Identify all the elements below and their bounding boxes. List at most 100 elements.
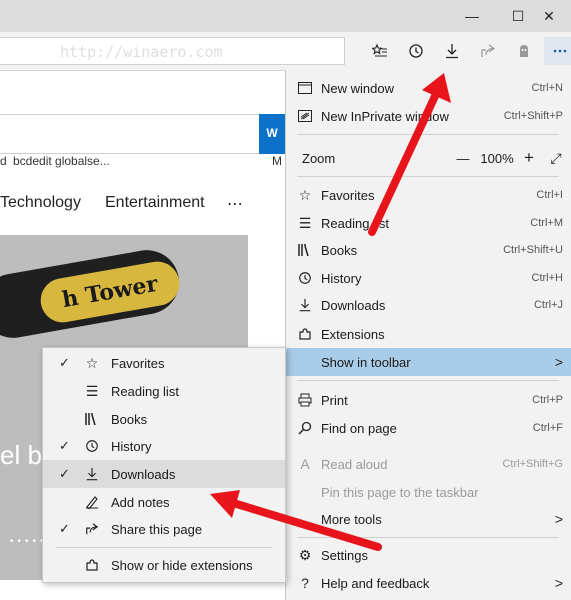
close-button[interactable]: ✕ [527, 0, 571, 32]
submenu-item-show-or-hide-extensions[interactable]: Show or hide extensions [43, 551, 285, 579]
nav-more-icon[interactable]: ⋯ [227, 194, 243, 214]
menu-item-new-inprivate-window[interactable]: New InPrivate window Ctrl+Shift+P [285, 102, 571, 130]
read-aloud-icon: A [300, 456, 310, 472]
history-icon [297, 270, 313, 286]
check-icon: ✓ [59, 466, 70, 481]
more-icon[interactable] [544, 37, 571, 65]
reading-list-icon: ☰ [85, 382, 99, 399]
share-icon [83, 522, 101, 536]
menu-item-shortcut: Ctrl+Shift+U [503, 244, 563, 256]
menu-item-label: New window [321, 80, 394, 96]
suggestion-item[interactable]: d [0, 154, 7, 168]
menu-item-shortcut: Ctrl+F [532, 422, 563, 434]
chevron-right-icon: > [554, 511, 563, 527]
chevron-right-icon: > [554, 354, 563, 370]
extension-icon[interactable] [508, 37, 540, 65]
menu-item-find-on-page[interactable]: Find on page Ctrl+F [285, 414, 571, 442]
blank-icon [297, 511, 313, 527]
help-icon: ? [301, 575, 309, 591]
submenu-item-label: Share this page [111, 521, 203, 537]
find-icon [297, 420, 313, 436]
menu-item-label: Pin this page to the taskbar [321, 484, 479, 500]
menu-item-shortcut: Ctrl+Shift+G [502, 458, 563, 470]
menu-item-label: Print [321, 392, 348, 408]
menu-item-extensions[interactable]: Extensions [285, 320, 571, 348]
menu-item-label: Favorites [321, 187, 375, 203]
menu-divider [297, 176, 559, 177]
menu-item-label: Extensions [321, 326, 385, 342]
menu-item-label: Help and feedback [321, 575, 430, 591]
chevron-right-icon: > [554, 575, 563, 591]
menu-divider [297, 537, 559, 538]
history-icon[interactable] [400, 37, 432, 65]
suggestion-item[interactable]: M [272, 154, 282, 168]
submenu-item-label: Favorites [111, 355, 165, 371]
menu-item-new-window[interactable]: New window Ctrl+N [285, 74, 571, 102]
submenu-item-label: Add notes [111, 494, 170, 510]
menu-item-label: Read aloud [321, 456, 388, 472]
search-button[interactable]: W [259, 114, 285, 154]
zoom-label: Zoom [302, 150, 336, 166]
check-icon: ✓ [59, 355, 70, 370]
pen-icon [83, 495, 101, 509]
books-icon [297, 242, 313, 258]
menu-item-shortcut: Ctrl+N [531, 82, 563, 94]
fullscreen-icon[interactable]: ⤢ [541, 150, 571, 167]
menu-item-label: Reading list [321, 215, 389, 231]
menu-item-label: Downloads [321, 297, 386, 313]
hero-headline[interactable]: el b [0, 440, 42, 471]
extensions-icon [297, 326, 313, 342]
nav-tab-technology[interactable]: Technology [0, 194, 81, 212]
zoom-level: 100% [480, 150, 514, 166]
menu-item-books[interactable]: Books Ctrl+Shift+U [285, 236, 571, 264]
address-bar[interactable]: http://winaero.com [0, 37, 345, 65]
submenu-item-downloads[interactable]: ✓ Downloads [43, 460, 285, 488]
submenu-item-label: Reading list [111, 383, 179, 399]
extensions-icon [83, 558, 101, 572]
menu-item-more-tools[interactable]: More tools > [285, 505, 571, 533]
submenu-item-history[interactable]: ✓ History [43, 432, 285, 460]
submenu-item-books[interactable]: Books [43, 405, 285, 433]
search-input[interactable] [0, 114, 272, 154]
menu-item-favorites[interactable]: ☆ Favorites Ctrl+I [285, 181, 571, 209]
inprivate-icon [297, 108, 313, 124]
menu-item-settings[interactable]: ⚙ Settings [285, 541, 571, 569]
favorites-bar-icon[interactable] [364, 37, 396, 65]
menu-item-pin-to-taskbar[interactable]: Pin this page to the taskbar [285, 478, 571, 506]
menu-item-print[interactable]: Print Ctrl+P [285, 386, 571, 414]
share-icon[interactable] [472, 37, 504, 65]
menu-item-read-aloud[interactable]: A Read aloud Ctrl+Shift+G [285, 450, 571, 478]
menu-item-label: New InPrivate window [321, 108, 449, 124]
menu-item-shortcut: Ctrl+H [531, 272, 563, 284]
zoom-in-button[interactable]: + [517, 148, 541, 168]
suggestion-item[interactable]: bcdedit globalse... [13, 154, 110, 168]
menu-item-downloads[interactable]: Downloads Ctrl+J [285, 291, 571, 319]
submenu-item-reading-list[interactable]: ☰ Reading list [43, 377, 285, 405]
menu-item-label: Show in toolbar [321, 354, 411, 370]
nav-tab-entertainment[interactable]: Entertainment [105, 194, 205, 212]
submenu-item-share-this-page[interactable]: ✓ Share this page [43, 515, 285, 543]
submenu-divider [56, 547, 272, 548]
submenu-item-add-notes[interactable]: Add notes [43, 488, 285, 516]
submenu-item-label: Show or hide extensions [111, 557, 253, 573]
menu-item-label: Settings [321, 547, 368, 563]
menu-item-label: History [321, 270, 362, 286]
blank-icon [297, 484, 313, 500]
menu-item-show-in-toolbar[interactable]: Show in toolbar > [285, 348, 571, 376]
menu-item-help-and-feedback[interactable]: ? Help and feedback > [285, 569, 571, 597]
menu-divider [297, 134, 559, 135]
minimize-button[interactable]: — [450, 0, 494, 32]
downloads-icon[interactable] [436, 37, 468, 65]
menu-item-reading-list[interactable]: ☰ Reading list Ctrl+M [285, 209, 571, 237]
blank-icon [297, 354, 313, 370]
submenu-item-favorites[interactable]: ✓ ☆ Favorites [43, 349, 285, 377]
menu-divider [297, 380, 559, 381]
menu-item-zoom: Zoom — 100% + ⤢ [285, 144, 571, 172]
zoom-out-button[interactable]: — [449, 151, 477, 166]
menu-item-history[interactable]: History Ctrl+H [285, 264, 571, 292]
submenu-item-label: Books [111, 411, 148, 427]
books-icon [83, 412, 101, 426]
menu-item-shortcut: Ctrl+I [536, 189, 563, 201]
submenu-item-label: Downloads [111, 466, 176, 482]
menu-item-label: Books [321, 242, 358, 258]
